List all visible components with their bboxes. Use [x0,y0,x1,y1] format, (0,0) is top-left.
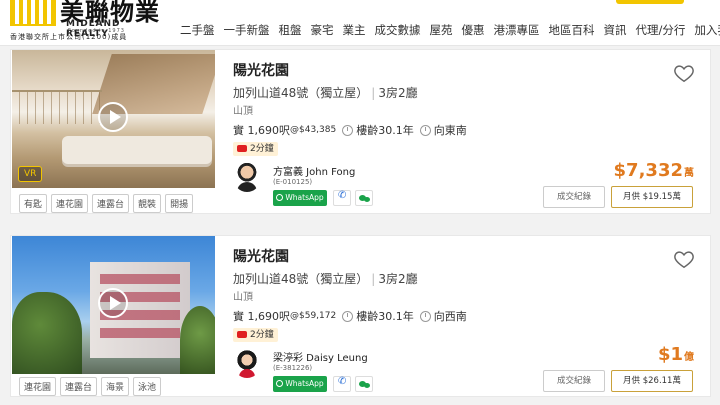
feature-tag: 連花園 [19,377,57,396]
nav-estates[interactable]: 屋苑 [430,22,453,38]
compass-icon [419,310,431,322]
phone-icon[interactable] [333,376,351,392]
whatsapp-button[interactable]: WhatsApp [273,190,327,206]
unit-price-text: @$43,385 [290,125,337,135]
unit-price-text: @$59,172 [290,311,337,321]
listing-title[interactable]: 陽光花園 [233,60,289,80]
address-text: 加列山道48號（獨立屋） [233,86,369,100]
area-text: 實 1,690呎 [233,310,290,323]
video-icon [237,331,247,338]
nav-secondhand[interactable]: 二手盤 [180,22,215,38]
listing-price: $7,332萬 [614,160,694,181]
feature-tag: 連花園 [51,194,89,213]
listing-photo[interactable]: VR [12,50,215,188]
phone-icon[interactable] [333,190,351,206]
listing-stats: 實 1,690呎 @$43,385 樓齡30.1年 向東南 [233,122,467,138]
transaction-records-button[interactable]: 成交紀錄 [543,370,605,392]
district-text: 山頂 [233,292,253,303]
listing-card[interactable]: 連花園 連露台 海景 泳池 陽光花園 加列山道48號（獨立屋） | 3房2廳 山頂 … [10,235,711,397]
logo-listed-text: 香港聯交所上市公司(1200)成員 [10,33,128,41]
clock-icon [342,124,354,136]
midland-logo[interactable]: 美聯物業 MIDLAND REALTY Founded in 1973 香港聯交… [10,0,160,44]
price-value: $7,332 [613,160,683,181]
monthly-payment-button[interactable]: 月供 $19.15萬 [611,186,693,208]
nav-district-wiki[interactable]: 地區百科 [549,22,595,38]
price-unit: 億 [684,352,694,363]
building-age-text: 樓齡30.1年 [356,124,414,137]
agent-avatar[interactable] [233,348,261,378]
nav-luxury[interactable]: 豪宅 [311,22,334,38]
nav-rent[interactable]: 租盤 [279,22,302,38]
layout-text: 3房2廳 [378,86,418,100]
site-header: 美聯物業 MIDLAND REALTY Founded in 1973 香港聯交… [0,0,720,46]
nav-transactions[interactable]: 成交數據 [375,22,421,38]
video-icon [237,145,247,152]
nav-join-us[interactable]: 加入我們 [694,22,720,38]
listing-photo[interactable] [12,236,215,374]
whatsapp-icon [276,380,284,387]
feature-tag: 泳池 [133,377,162,396]
price-unit: 萬 [684,168,694,179]
listing-address: 加列山道48號（獨立屋） | 3房2廳 [233,86,418,100]
nav-owner[interactable]: 業主 [343,22,366,38]
play-video-icon[interactable] [98,102,128,132]
favorite-heart-icon[interactable] [673,62,695,84]
facing-text: 向西南 [433,310,467,323]
logo-mark-icon [10,0,56,26]
nav-newcomers[interactable]: 港漂專區 [494,22,540,38]
feature-tag: 靚裝 [133,194,162,213]
nav-new-homes[interactable]: 一手新盤 [224,22,270,38]
district-text: 山頂 [233,106,253,117]
monthly-payment-button[interactable]: 月供 $26.11萬 [611,370,693,392]
main-nav: 二手盤 一手新盤 租盤 豪宅 業主 成交數據 屋苑 優惠 港漂專區 地區百科 資… [180,22,720,38]
feature-tag: 開揚 [165,194,194,213]
listing-price: $1億 [658,344,694,365]
building-age-text: 樓齡30.1年 [356,310,414,323]
nav-news[interactable]: 資訊 [604,22,627,38]
transaction-records-button[interactable]: 成交紀錄 [543,186,605,208]
feature-tags: 連花園 連露台 海景 泳池 [19,377,165,396]
nav-agents-branches[interactable]: 代理/分行 [636,22,686,38]
video-duration-badge[interactable]: 2分鐘 [233,142,278,156]
address-text: 加列山道48號（獨立屋） [233,272,369,286]
feature-tags: 有匙 連花園 連露台 靚裝 開揚 [19,194,197,213]
listing-title[interactable]: 陽光花園 [233,246,289,266]
wechat-icon[interactable] [355,190,373,206]
agent-license: (E-010125) [273,178,313,186]
facing-text: 向東南 [433,124,467,137]
wechat-icon[interactable] [355,376,373,392]
feature-tag: 連露台 [60,377,98,396]
layout-text: 3房2廳 [378,272,418,286]
feature-tag: 連露台 [92,194,130,213]
vr-badge[interactable]: VR [18,166,43,182]
agent-name[interactable]: 方富義 John Fong [273,163,355,178]
agent-avatar[interactable] [233,162,261,192]
play-video-icon[interactable] [98,288,128,318]
listing-card[interactable]: VR 有匙 連花園 連露台 靚裝 開揚 陽光花園 加列山道48號（獨立屋） | 3房… [10,49,711,214]
feature-tag: 有匙 [19,194,48,213]
area-text: 實 1,690呎 [233,124,290,137]
whatsapp-icon [276,194,284,201]
price-value: $1 [657,344,683,365]
clock-icon [342,310,354,322]
nav-offers[interactable]: 優惠 [462,22,485,38]
agent-name[interactable]: 梁渟彩 Daisy Leung [273,349,368,364]
listing-address: 加列山道48號（獨立屋） | 3房2廳 [233,272,418,286]
agent-license: (E-381226) [273,364,313,372]
feature-tag: 海景 [101,377,130,396]
whatsapp-button[interactable]: WhatsApp [273,376,327,392]
top-yellow-button[interactable] [616,0,684,4]
compass-icon [419,124,431,136]
video-duration-badge[interactable]: 2分鐘 [233,328,278,342]
listing-stats: 實 1,690呎 @$59,172 樓齡30.1年 向西南 [233,308,467,324]
favorite-heart-icon[interactable] [673,248,695,270]
